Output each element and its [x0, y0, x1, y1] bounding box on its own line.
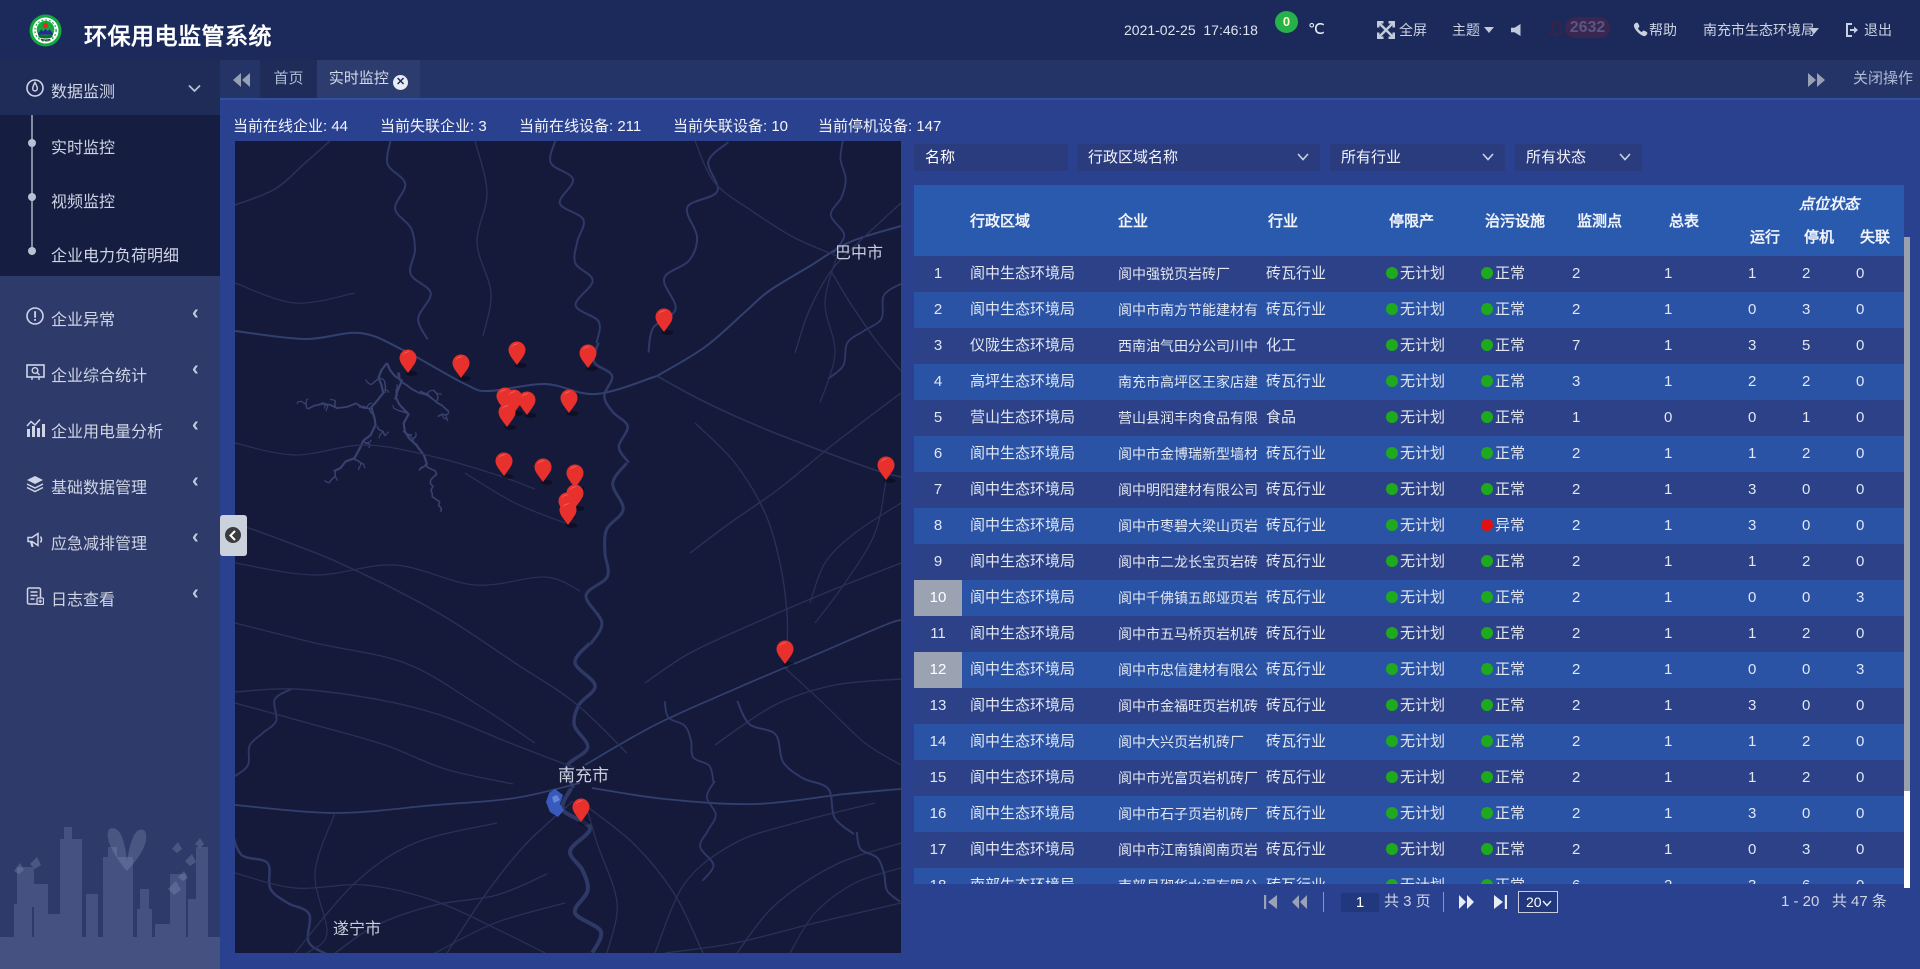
- svg-text:南充市: 南充市: [558, 766, 609, 785]
- svg-text:遂宁市: 遂宁市: [333, 920, 381, 938]
- svg-text:巴中市: 巴中市: [835, 244, 883, 262]
